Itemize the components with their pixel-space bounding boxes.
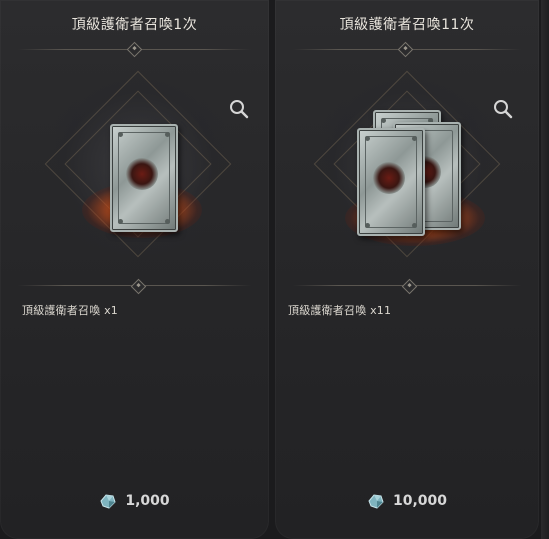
item-label: 頂級護衛者召喚 x1 — [22, 304, 119, 317]
magnifier-icon[interactable] — [492, 98, 514, 120]
crystal-gem-icon — [100, 494, 116, 509]
package-artwork — [275, 62, 539, 272]
divider-ornament-icon — [401, 278, 418, 295]
package-title: 頂級護衛者召喚11次 — [339, 17, 475, 33]
crystal-gem-icon — [368, 494, 384, 509]
magnifier-icon[interactable] — [228, 98, 250, 120]
package-title: 頂級護衛者召喚1次 — [71, 17, 198, 33]
item-label: 頂級護衛者召喚 x11 — [288, 304, 392, 317]
price-value: 10,000 — [392, 493, 448, 509]
package-artwork — [0, 62, 269, 272]
price-button[interactable]: 10,000 — [275, 492, 539, 510]
divider-ornament-icon — [126, 41, 143, 58]
guardian-card-icon — [357, 128, 425, 236]
summon-package-card-1[interactable]: 頂級護衛者召喚1次 頂級護衛者召喚 x1 1,000 — [0, 0, 269, 539]
lion-face-icon — [373, 162, 405, 194]
divider-ornament-icon — [397, 41, 414, 58]
price-value: 1,000 — [125, 493, 170, 509]
lion-face-icon — [126, 158, 158, 190]
summon-package-card-11[interactable]: 頂級護衛者召喚11次 頂級護衛者召喚 x11 10,000 — [275, 0, 539, 539]
divider-ornament-icon — [130, 278, 147, 295]
adjacent-panel-edge — [541, 0, 549, 539]
guardian-card-icon — [110, 124, 178, 232]
price-button[interactable]: 1,000 — [0, 492, 269, 510]
